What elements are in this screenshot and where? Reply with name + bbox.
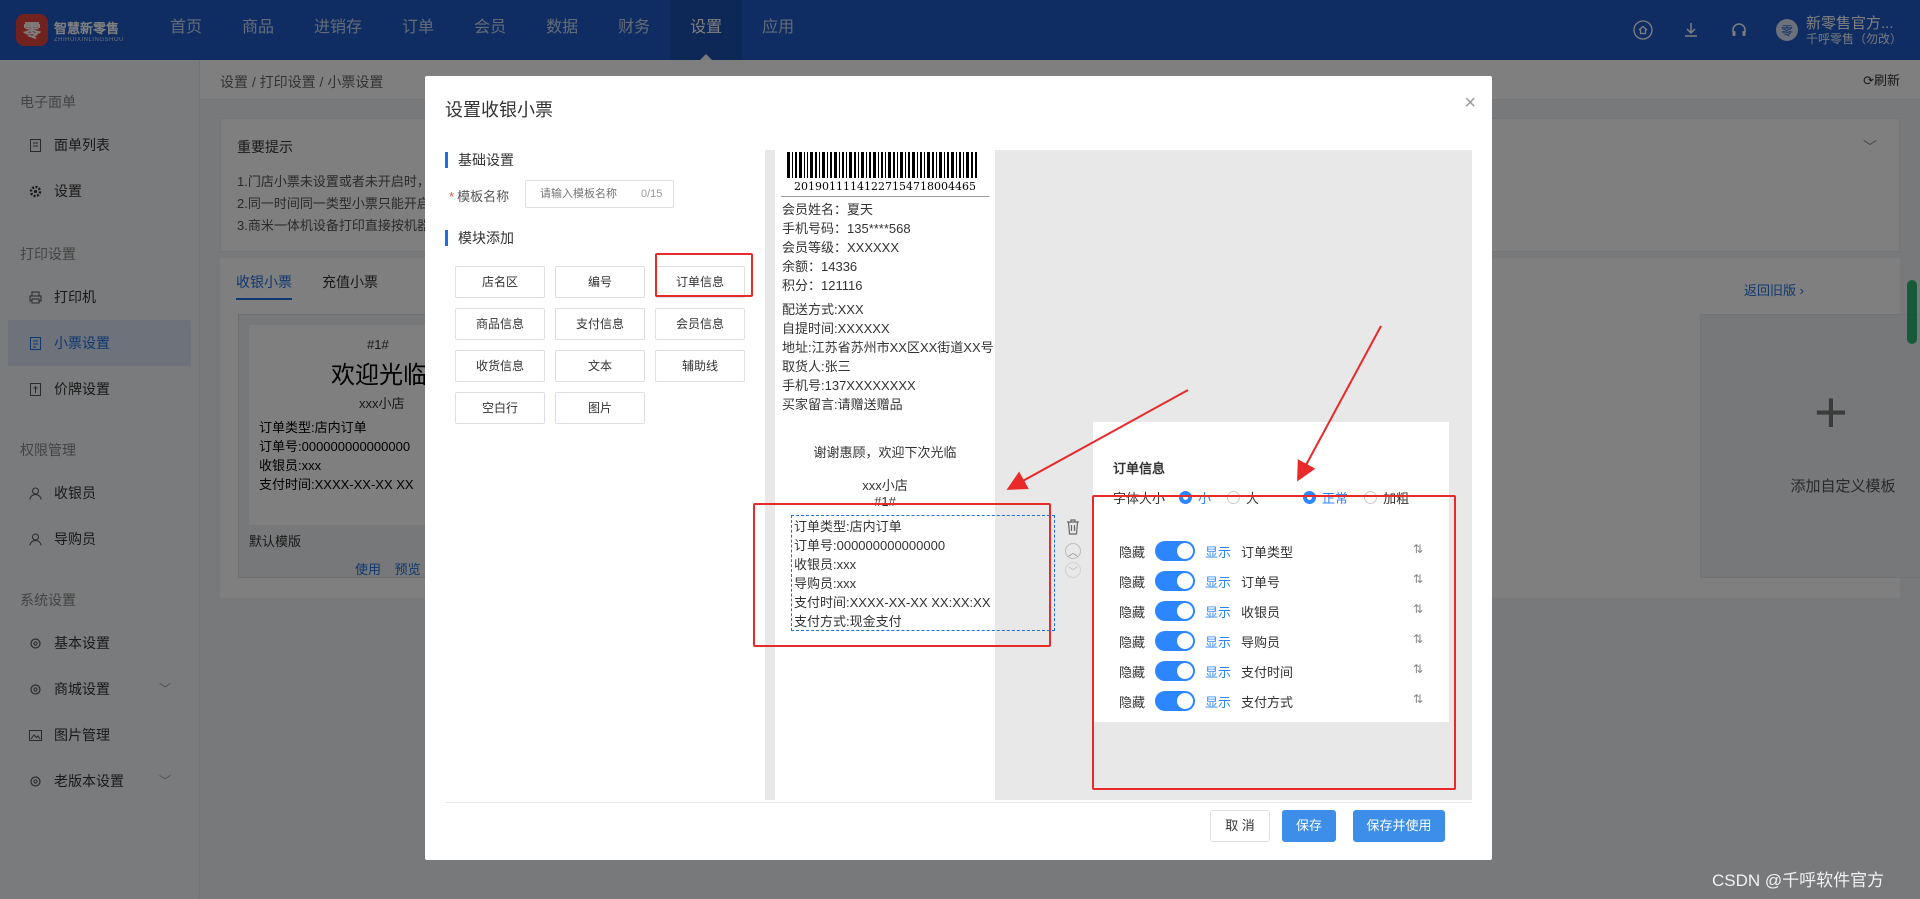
barcode-number: 20190111141227154718004465 <box>794 180 976 193</box>
receipt-delivery-line: 买家留言:请赠送赠品 <box>782 397 903 412</box>
template-name-count: 0/15 <box>641 188 663 200</box>
save-button[interactable]: 保存 <box>1282 810 1336 842</box>
save-and-use-button[interactable]: 保存并使用 <box>1353 810 1445 842</box>
module-blank-line-button[interactable]: 空白行 <box>455 392 545 424</box>
receipt-divider <box>781 196 989 197</box>
module-image-button[interactable]: 图片 <box>555 392 645 424</box>
highlight-order-info-button <box>655 253 753 297</box>
receipt-member-line: 手机号码：135****568 <box>782 221 911 236</box>
receipt-member-line: 积分：121116 <box>782 278 863 293</box>
module-number-button[interactable]: 编号 <box>555 266 645 298</box>
receipt-settings-dialog: 设置收银小票 × 基础设置 *模板名称 0/15 模块添加 店名区 编号 订单信… <box>425 76 1492 860</box>
close-icon[interactable]: × <box>1464 92 1476 115</box>
receipt-member-line: 会员姓名：夏天 <box>782 202 874 217</box>
module-delivery-info-button[interactable]: 收货信息 <box>455 350 545 382</box>
receipt-shop: xxx小店 <box>862 478 908 493</box>
receipt-member-line: 余额：14336 <box>782 259 858 274</box>
receipt-delivery-line: 配送方式:XXX <box>782 302 864 317</box>
receipt-member-line: 会员等级：XXXXXX <box>782 240 900 255</box>
watermark: CSDN @千呼软件官方 <box>1712 871 1885 890</box>
receipt-thanks: 谢谢惠顾，欢迎下次光临 <box>813 445 957 460</box>
module-guideline-button[interactable]: 辅助线 <box>655 350 745 382</box>
receipt-delivery-line: 自提时间:XXXXXX <box>782 321 890 336</box>
basic-settings-title: 基础设置 <box>445 152 514 168</box>
module-shop-name-button[interactable]: 店名区 <box>455 266 545 298</box>
receipt-delivery-line: 地址:江苏省苏州市XX区XX街道XX号 <box>782 340 994 355</box>
receipt-delivery-line: 手机号:137XXXXXXXX <box>782 378 916 393</box>
module-member-info-button[interactable]: 会员信息 <box>655 308 745 340</box>
receipt-preview: 20190111141227154718004465 会员姓名：夏天 手机号码：… <box>775 150 995 800</box>
dialog-title: 设置收银小票 <box>445 100 553 120</box>
template-name-label: * 模板名称 <box>449 189 510 204</box>
module-add-title: 模块添加 <box>445 230 514 246</box>
module-product-info-button[interactable]: 商品信息 <box>455 308 545 340</box>
barcode-image <box>787 152 977 178</box>
annotation-arrows <box>1006 325 1382 490</box>
module-payment-info-button[interactable]: 支付信息 <box>555 308 645 340</box>
module-text-button[interactable]: 文本 <box>555 350 645 382</box>
cancel-button[interactable]: 取 消 <box>1210 810 1270 842</box>
receipt-delivery-line: 取货人:张三 <box>782 359 851 374</box>
dialog-footer-divider <box>445 802 1472 803</box>
